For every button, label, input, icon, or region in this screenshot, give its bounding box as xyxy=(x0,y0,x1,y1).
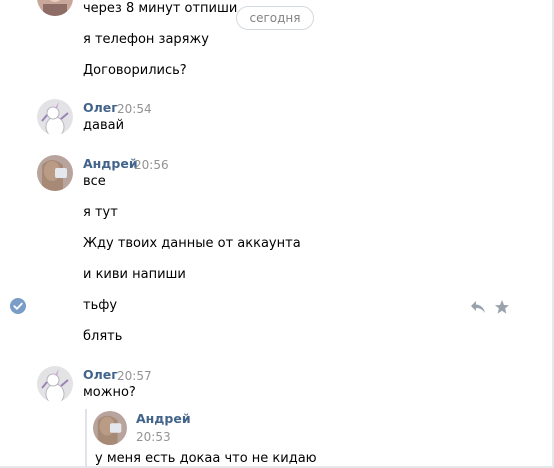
quote-avatar[interactable] xyxy=(93,411,127,445)
message-text: и киви напиши xyxy=(83,267,186,282)
message-text: блять xyxy=(83,329,123,344)
avatar[interactable] xyxy=(37,366,73,402)
avatar[interactable] xyxy=(37,99,73,135)
quote-time[interactable]: 20:53 xyxy=(136,429,171,445)
quote-text: у меня есть докаа что не кидаю xyxy=(95,451,317,466)
quote-author[interactable]: Андрей xyxy=(136,411,191,427)
message-time[interactable]: 20:56 xyxy=(134,157,169,173)
date-divider: сегодня xyxy=(236,6,314,30)
reply-icon[interactable] xyxy=(470,300,486,314)
message-author[interactable]: Андрей xyxy=(83,156,138,172)
message-text: Жду твоих данные от аккаунта xyxy=(83,236,301,251)
message-text: все xyxy=(83,174,106,189)
message-text: можно? xyxy=(83,385,136,400)
message-text: тьфу xyxy=(83,298,118,313)
message-time[interactable]: 20:54 xyxy=(117,101,152,117)
message-author[interactable]: Олег xyxy=(83,100,118,116)
message-author[interactable]: Олег xyxy=(83,367,118,383)
message-time[interactable]: 20:57 xyxy=(117,368,152,384)
avatar[interactable] xyxy=(37,0,73,16)
message-text: Договорились? xyxy=(83,63,187,78)
star-icon[interactable] xyxy=(494,299,510,315)
check-circle-icon[interactable] xyxy=(10,298,26,314)
message-text: через 8 минут отпиши xyxy=(83,1,238,16)
message-text: я тут xyxy=(83,205,118,220)
message-text: давай xyxy=(83,118,125,133)
message-text: я телефон заряжу xyxy=(83,32,209,47)
quote-bar xyxy=(85,409,87,468)
avatar[interactable] xyxy=(37,155,73,191)
